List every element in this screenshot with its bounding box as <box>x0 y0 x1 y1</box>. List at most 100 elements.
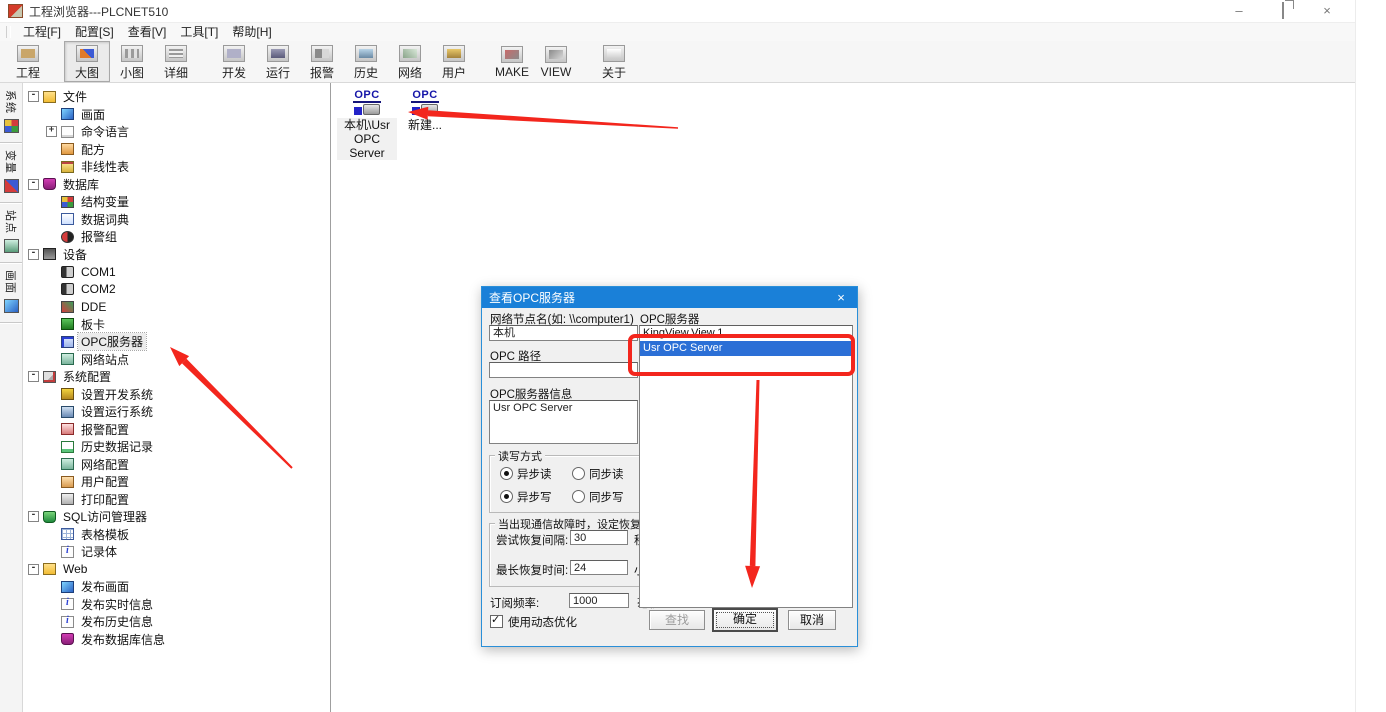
toolbar-history-button[interactable]: 历史 <box>344 41 388 82</box>
tree-item-alarm-group[interactable]: 报警组 <box>23 228 330 246</box>
find-button[interactable]: 查找 <box>649 610 705 630</box>
node-name-input[interactable]: 本机 <box>489 325 638 341</box>
toolbar-large-icons-button[interactable]: 大图 <box>64 41 110 82</box>
toolbar-details-button[interactable]: 详细 <box>154 41 198 82</box>
server-list-item-selected[interactable]: Usr OPC Server <box>640 341 852 356</box>
retry-interval-input[interactable]: 30 <box>570 530 628 545</box>
tree-item-device[interactable]: -设备 <box>23 246 330 264</box>
tree-item-dde[interactable]: DDE <box>23 298 330 316</box>
menu-help[interactable]: 帮助[H] <box>225 24 278 41</box>
toolbar-small-icons-button[interactable]: 小图 <box>110 41 154 82</box>
opc-server-item[interactable]: OPC 本机\UsrOPC Server <box>337 89 397 160</box>
dev-system-icon <box>61 388 74 400</box>
tree-item-screens[interactable]: 画面 <box>23 106 330 124</box>
radio-label: 异步读 <box>517 469 552 481</box>
dynamic-optimize-checkbox[interactable] <box>490 615 503 628</box>
opc-server-list[interactable]: KingView.View.1 Usr OPC Server <box>639 325 853 608</box>
restore-icon <box>1282 2 1284 19</box>
tree-item-user-config[interactable]: 用户配置 <box>23 473 330 491</box>
side-tab-system[interactable]: 系统 <box>0 83 22 143</box>
side-tab-variable[interactable]: 变量 <box>0 143 22 203</box>
tree-item-data-dictionary[interactable]: 数据词典 <box>23 211 330 229</box>
tree-item-com2[interactable]: COM2 <box>23 281 330 299</box>
tree-item-publish-database[interactable]: 发布数据库信息 <box>23 631 330 649</box>
ok-button[interactable]: 确定 <box>712 608 778 632</box>
tree-item-opc-server[interactable]: OPC服务器 <box>23 333 330 351</box>
tree-item-database[interactable]: -数据库 <box>23 176 330 194</box>
tree-item-board-card[interactable]: 板卡 <box>23 316 330 334</box>
expand-icon[interactable]: + <box>46 126 57 137</box>
tree-item-publish-screen[interactable]: 发布画面 <box>23 578 330 596</box>
cancel-button[interactable]: 取消 <box>788 610 836 630</box>
tools-icon <box>43 371 56 383</box>
tree-item-table-template[interactable]: 表格模板 <box>23 526 330 544</box>
tree-item-history-record[interactable]: 历史数据记录 <box>23 438 330 456</box>
collapse-icon[interactable]: - <box>28 511 39 522</box>
radio-async-write[interactable] <box>500 490 513 503</box>
tree-item-nonlinear-table[interactable]: 非线性表 <box>23 158 330 176</box>
opc-new-item[interactable]: OPC 新建... <box>401 89 449 132</box>
tree-item-command-language[interactable]: +命令语言 <box>23 123 330 141</box>
menu-project[interactable]: 工程[F] <box>16 24 68 41</box>
view-icon <box>545 46 567 63</box>
server-list-item[interactable]: KingView.View.1 <box>640 326 852 341</box>
tree-item-publish-realtime[interactable]: 发布实时信息 <box>23 596 330 614</box>
collapse-icon[interactable]: - <box>28 179 39 190</box>
toolbar-view-button[interactable]: VIEW <box>534 41 578 82</box>
collapse-icon[interactable]: - <box>28 91 39 102</box>
tree-item-label: 打印配置 <box>78 491 132 508</box>
toolbar-network-button[interactable]: 网络 <box>388 41 432 82</box>
collapse-icon[interactable]: - <box>28 564 39 575</box>
radio-sync-write[interactable] <box>572 490 585 503</box>
toolbar-project-button[interactable]: 工程 <box>6 41 50 82</box>
menu-view[interactable]: 查看[V] <box>121 24 174 41</box>
side-tab-screen[interactable]: 画面 <box>0 263 22 323</box>
opc-icon-hand <box>421 104 438 115</box>
tree-item-com1[interactable]: COM1 <box>23 263 330 281</box>
read-write-group-label: 读写方式 <box>495 448 545 464</box>
opc-icon-text: OPC <box>353 89 381 103</box>
minimize-button[interactable]: – <box>1231 0 1247 22</box>
toolbar-run-button[interactable]: 运行 <box>256 41 300 82</box>
toolbar-about-button[interactable]: 关于 <box>592 41 636 82</box>
menu-config[interactable]: 配置[S] <box>68 24 121 41</box>
toolbar-alarm-button[interactable]: 报警 <box>300 41 344 82</box>
subscribe-rate-input[interactable]: 1000 <box>569 593 629 608</box>
opc-path-input[interactable] <box>489 362 638 378</box>
side-tab-station[interactable]: 站点 <box>0 203 22 263</box>
menu-tools[interactable]: 工具[T] <box>173 24 225 41</box>
dialog-title-bar[interactable]: 查看OPC服务器 × <box>482 287 857 308</box>
collapse-icon[interactable]: - <box>28 371 39 382</box>
tree-item-system-config[interactable]: -系统配置 <box>23 368 330 386</box>
close-button[interactable]: × <box>1319 0 1335 22</box>
tree-item-struct-variable[interactable]: 结构变量 <box>23 193 330 211</box>
opc-icon-text: OPC <box>411 89 439 103</box>
tree-item-sql-manager[interactable]: - SQL访问管理器 <box>23 508 330 526</box>
tree-item-print-config[interactable]: 打印配置 <box>23 491 330 509</box>
tree-item-publish-history[interactable]: 发布历史信息 <box>23 613 330 631</box>
collapse-icon[interactable]: - <box>28 249 39 260</box>
dynamic-optimize-row[interactable]: 使用动态优化 <box>490 614 577 630</box>
tree-item-run-system[interactable]: 设置运行系统 <box>23 403 330 421</box>
folder-icon <box>43 91 56 103</box>
toolbar-develop-button[interactable]: 开发 <box>212 41 256 82</box>
tree-item-record-body[interactable]: 记录体 <box>23 543 330 561</box>
restore-button[interactable] <box>1275 0 1291 22</box>
toolbar-make-button[interactable]: MAKE <box>490 41 534 82</box>
details-icon <box>165 45 187 62</box>
radio-async-read[interactable] <box>500 467 513 480</box>
tree-item-recipe[interactable]: 配方 <box>23 141 330 159</box>
tree-item-dev-system[interactable]: 设置开发系统 <box>23 386 330 404</box>
tree-item-network-config[interactable]: 网络配置 <box>23 456 330 474</box>
tree-item-label: 报警组 <box>78 228 120 245</box>
tree-item-alarm-config[interactable]: 报警配置 <box>23 421 330 439</box>
radio-sync-read[interactable] <box>572 467 585 480</box>
toolbar-user-button[interactable]: 用户 <box>432 41 476 82</box>
max-recover-input[interactable]: 24 <box>570 560 628 575</box>
dialog-close-button[interactable]: × <box>827 287 855 308</box>
tree-item-web[interactable]: -Web <box>23 561 330 579</box>
tree-item-files[interactable]: -文件 <box>23 88 330 106</box>
tree-item-network-station[interactable]: 网络站点 <box>23 351 330 369</box>
tree-item-label: SQL访问管理器 <box>60 508 150 525</box>
tree-item-label: 网络配置 <box>78 456 132 473</box>
